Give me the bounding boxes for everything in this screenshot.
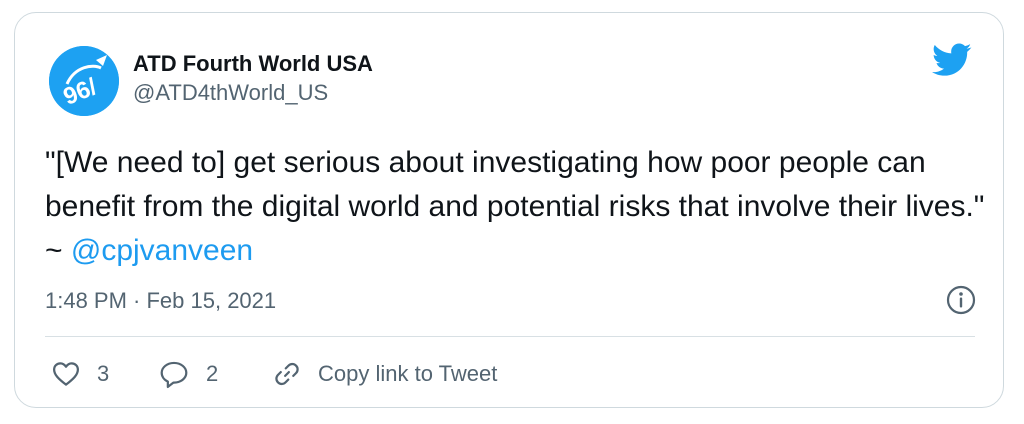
tweet-timestamp[interactable]: 1:48 PM · Feb 15, 2021 [45, 288, 276, 314]
reply-count: 2 [206, 361, 219, 386]
avatar[interactable]: 96/ [49, 46, 119, 116]
atd-fourth-world-logo-icon: 96/ [49, 46, 119, 116]
tweet-card[interactable]: 96/ ATD Fourth World USA @ATD4thWorld_US… [14, 12, 1004, 408]
info-icon[interactable] [945, 284, 977, 316]
twitter-bird-icon[interactable] [932, 43, 972, 77]
reply-button[interactable]: 2 [158, 356, 218, 392]
heart-icon [53, 362, 79, 386]
link-icon [275, 362, 299, 386]
like-button[interactable]: 3 [51, 356, 109, 392]
copy-link-button[interactable]: Copy link to Tweet [272, 356, 497, 392]
speech-bubble-icon [160, 361, 188, 389]
author-display-name[interactable]: ATD Fourth World USA [133, 51, 373, 77]
tweet-text: "[We need to] get serious about investig… [45, 141, 985, 273]
copy-link-label: Copy link to Tweet [318, 361, 498, 386]
author-handle[interactable]: @ATD4thWorld_US [133, 80, 328, 106]
divider [45, 336, 975, 337]
mention-link[interactable]: @cpjvanveen [71, 234, 253, 267]
like-count: 3 [97, 361, 110, 386]
